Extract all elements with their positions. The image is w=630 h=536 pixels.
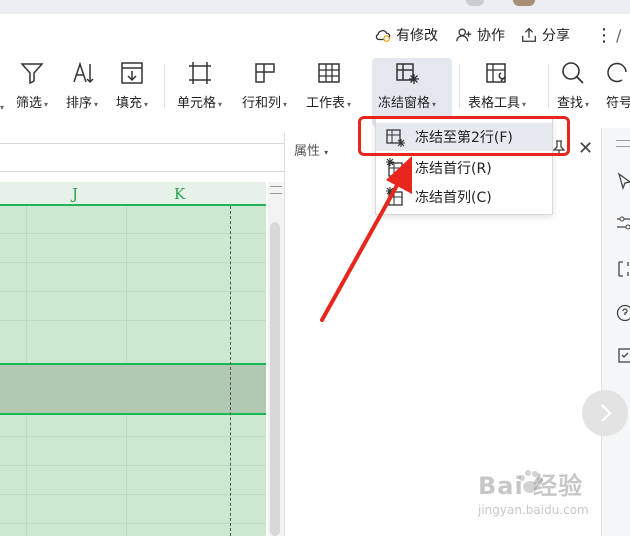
cooperate-button[interactable]: 协作 — [455, 24, 505, 46]
symbol-icon — [607, 62, 627, 83]
table-tools-button[interactable]: 表格工具 ▾ — [468, 60, 526, 111]
ribbon-separator — [459, 64, 460, 108]
grid-line — [0, 436, 266, 437]
format-icon[interactable] — [616, 260, 630, 278]
find-button[interactable]: 查找 ▾ — [557, 60, 589, 111]
cursor-icon[interactable] — [616, 172, 630, 190]
cell-label: 单元格 — [177, 96, 217, 111]
scroll-grip-icon — [270, 186, 282, 194]
fill-label: 填充 — [116, 96, 143, 111]
sliders-icon[interactable] — [616, 214, 630, 232]
page-break-line — [230, 206, 231, 536]
freeze-panes-label: 冻结窗格 — [378, 96, 431, 111]
share-button[interactable]: 分享 — [520, 24, 570, 46]
symbol-button[interactable]: 符号 — [606, 60, 630, 111]
collapse-icon[interactable]: ∕ — [616, 24, 621, 46]
more-icon[interactable]: ⋮ — [595, 24, 613, 46]
grid-line — [0, 320, 266, 321]
ribbon-separator — [548, 64, 549, 108]
modify-label: 有修改 — [396, 28, 438, 44]
rows-columns-label: 行和列 — [242, 96, 282, 111]
column-header-k[interactable]: K — [174, 185, 185, 203]
grid-line — [0, 494, 266, 495]
scrollbar-thumb[interactable] — [270, 222, 280, 536]
rows-columns-icon — [254, 63, 275, 83]
modify-status-button[interactable]: 有修改 — [374, 24, 438, 46]
formula-input[interactable] — [0, 143, 285, 172]
worksheet-icon — [317, 63, 340, 83]
cloud-icon — [375, 30, 391, 42]
chevron-right-icon — [601, 404, 612, 422]
expand-panel-button[interactable] — [582, 390, 628, 436]
add-user-icon — [456, 28, 472, 42]
symbol-label: 符号 — [606, 96, 630, 111]
window-indicator — [466, 0, 484, 6]
selected-row[interactable] — [0, 363, 266, 415]
cooperate-label: 协作 — [477, 28, 505, 44]
title-bar — [0, 0, 630, 14]
worksheet-label: 工作表 — [306, 96, 346, 111]
freeze-panes-icon — [396, 63, 420, 84]
grid-line — [0, 291, 266, 292]
filter-button[interactable]: 筛选 ▾ — [16, 60, 48, 111]
filter-label: 筛选 — [16, 96, 43, 111]
table-tools-label: 表格工具 — [468, 96, 521, 111]
ribbon-separator — [164, 64, 165, 108]
paw-icon — [519, 470, 543, 493]
close-icon[interactable]: ✕ — [578, 138, 593, 159]
cell-button[interactable]: 单元格 ▾ — [177, 60, 222, 111]
grid-line — [0, 262, 266, 263]
red-arrow-annotation — [320, 156, 412, 322]
ribbon-left-dropdown[interactable]: ▾ — [0, 93, 4, 114]
grid-line — [0, 465, 266, 466]
avatar[interactable] — [513, 0, 535, 6]
find-label: 查找 — [557, 96, 584, 111]
grid-line — [0, 523, 266, 524]
filter-icon — [20, 63, 44, 85]
column-header: J K — [0, 182, 266, 206]
rows-columns-button[interactable]: 行和列 ▾ — [242, 60, 287, 111]
fill-icon — [121, 62, 143, 84]
worksheet-button[interactable]: 工作表 ▾ — [306, 60, 351, 111]
help-icon[interactable] — [616, 304, 630, 322]
freeze-panes-button[interactable]: 冻结窗格 ▾ — [378, 60, 436, 111]
share-label: 分享 — [542, 28, 570, 44]
sort-button[interactable]: 排序 ▾ — [66, 60, 98, 111]
share-icon — [522, 27, 536, 42]
checklist-icon[interactable] — [616, 346, 630, 364]
watermark-url: jingyan.baidu.com — [478, 503, 589, 517]
fill-button[interactable]: 填充 ▾ — [116, 60, 148, 111]
sort-label: 排序 — [66, 96, 93, 111]
search-icon — [562, 62, 584, 84]
grid-line — [0, 233, 266, 234]
table-tools-icon — [486, 63, 506, 83]
column-header-j[interactable]: J — [72, 185, 78, 203]
pane-divider — [284, 132, 285, 536]
cell-icon — [188, 62, 211, 84]
sort-icon — [73, 61, 94, 84]
sidebar-grip-icon — [616, 140, 630, 147]
